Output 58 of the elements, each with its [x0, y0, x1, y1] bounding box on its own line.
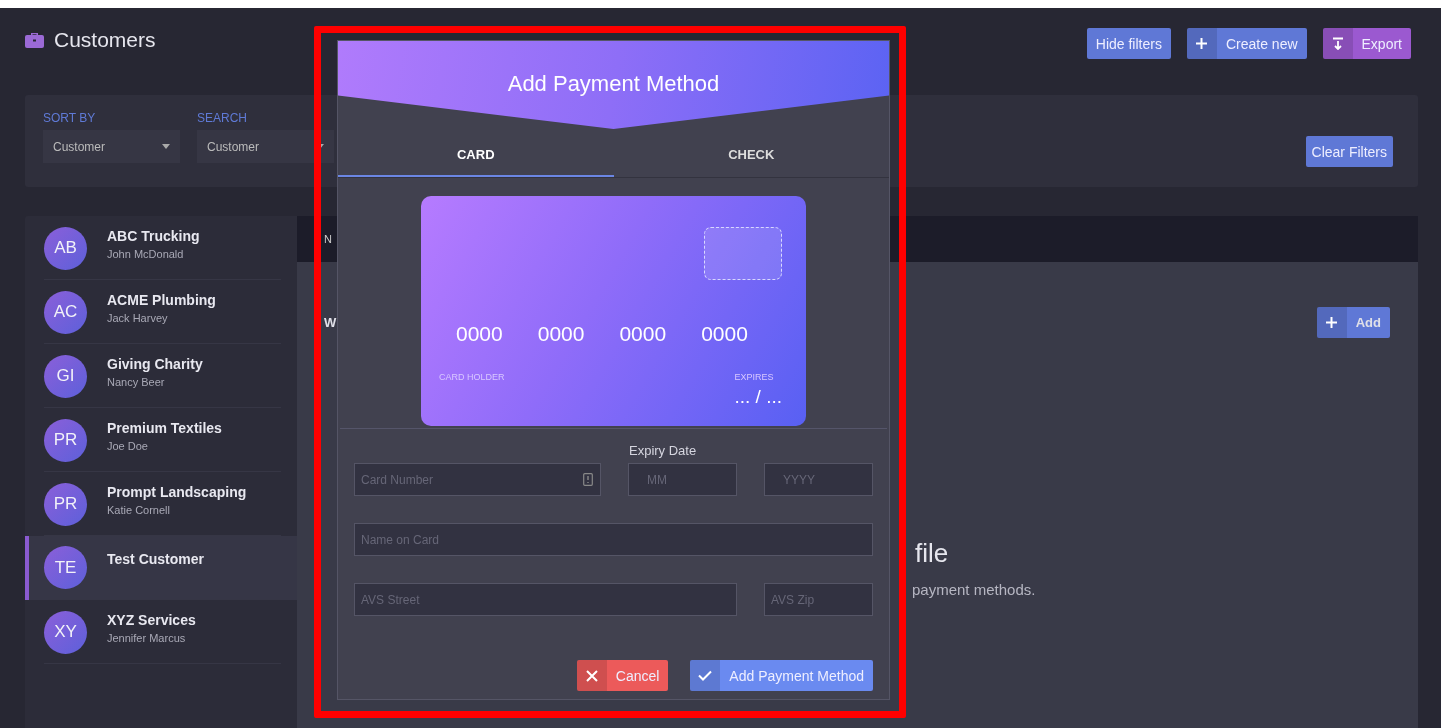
dialog-title: Add Payment Method	[507, 71, 720, 98]
avatar: GI	[44, 354, 87, 398]
caret-icon	[162, 144, 170, 149]
avatar: XY	[44, 610, 87, 654]
card-number-group: 0000	[701, 322, 748, 346]
customer-name: Premium Textiles	[107, 420, 222, 436]
close-icon	[585, 669, 598, 682]
page-title: Customers	[54, 28, 156, 52]
plus-icon	[1195, 37, 1209, 50]
customer-item[interactable]: PR Prompt Landscaping Katie Cornell	[25, 472, 297, 536]
tab-label[interactable]: N	[324, 233, 332, 245]
customer-name: ACME Plumbing	[107, 292, 216, 308]
customer-item[interactable]: AC ACME Plumbing Jack Harvey	[25, 280, 297, 344]
empty-title: file	[915, 538, 950, 569]
customer-name: Test Customer	[107, 551, 204, 567]
avatar: TE	[44, 546, 87, 589]
customer-item[interactable]: AB ABC Trucking John McDonald	[25, 216, 297, 280]
customer-name: ABC Trucking	[107, 228, 200, 244]
card-number-group: 0000	[619, 322, 667, 346]
card-number-group: 0000	[537, 322, 585, 346]
check-icon	[698, 670, 713, 681]
briefcase-icon	[25, 32, 44, 48]
customer-name: XYZ Services	[107, 612, 196, 628]
tab[interactable]: CHECK	[613, 134, 889, 177]
create-new-button[interactable]: Create new	[1186, 28, 1307, 59]
contact-name: Nancy Beer	[107, 376, 166, 388]
customer-item[interactable]: TE Test Customer	[25, 536, 297, 600]
contact-name: Joe Doe	[107, 440, 149, 452]
card-number-group: 0000	[456, 322, 503, 346]
customer-name: Prompt Landscaping	[107, 484, 247, 500]
search-label: SEARCH	[197, 111, 248, 125]
customer-item[interactable]: XY XYZ Services Jennifer Marcus	[25, 600, 297, 664]
empty-message: payment methods.	[912, 581, 1037, 598]
avatar: AB	[44, 226, 87, 270]
avatar: PR	[44, 418, 87, 462]
customer-item[interactable]: GI Giving Charity Nancy Beer	[25, 344, 297, 408]
customer-item[interactable]: PR Premium Textiles Joe Doe	[25, 408, 297, 472]
hide-filters-button[interactable]: Hide filters	[1086, 28, 1171, 59]
download-icon	[1331, 37, 1344, 50]
contact-name: Jack Harvey	[107, 312, 169, 324]
section-heading: W	[324, 315, 337, 330]
sort-by-select[interactable]: Customer	[43, 130, 180, 163]
expires-label: EXPIRES	[734, 372, 774, 382]
expiry-value: ... / ...	[734, 386, 782, 408]
contact-name: Jennifer Marcus	[107, 632, 187, 644]
card-holder-label: CARD HOLDER	[439, 372, 505, 384]
expiry-date-label: Expiry Date	[629, 443, 698, 460]
card-icon	[583, 473, 593, 486]
plus-icon	[1325, 316, 1339, 329]
sort-by-label: SORT BY	[43, 111, 97, 125]
contact-name: John McDonald	[107, 248, 185, 260]
tab[interactable]: CARD	[338, 134, 614, 177]
avatar: AC	[44, 290, 87, 334]
customer-name: Giving Charity	[107, 356, 203, 372]
avatar: PR	[44, 482, 87, 526]
contact-name: Katie Cornell	[107, 504, 171, 516]
export-button[interactable]: Export	[1322, 28, 1411, 59]
clear-filters-button[interactable]: Clear Filters	[1305, 136, 1393, 167]
